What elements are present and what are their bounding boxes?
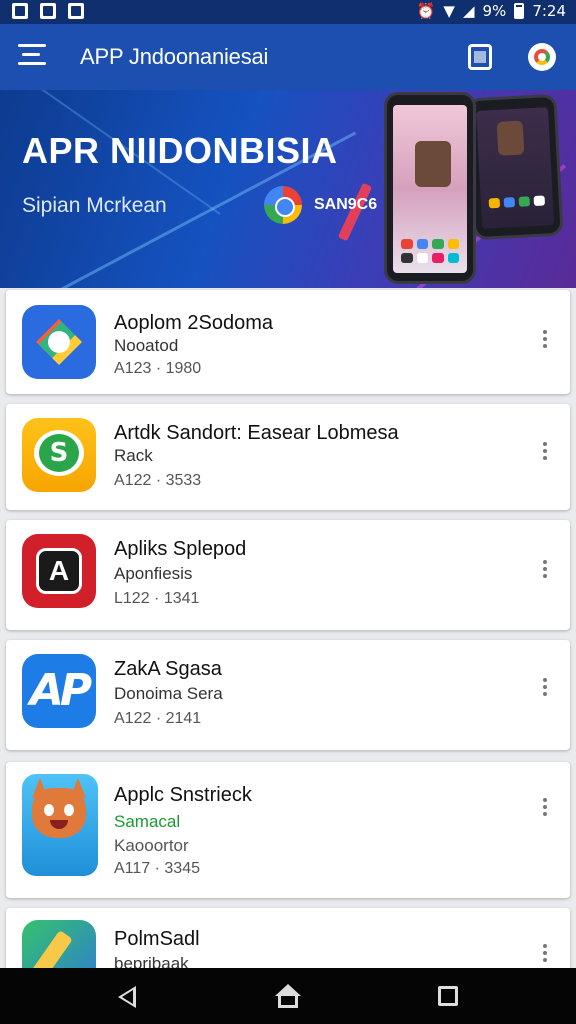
whatsapp-like-icon: S [22,418,96,492]
more-options-icon[interactable] [538,560,552,582]
map-pin-app-icon [22,305,96,379]
app-name: Artdk Sandort: Easear Lobmesa [114,422,399,444]
alarm-icon: ⏰ [416,2,436,20]
app-meta: L122 · 1341 [114,590,200,607]
app-card[interactable]: S Artdk Sandort: Easear Lobmesa Rack A12… [6,404,570,510]
app-meta: A123 · 1980 [114,360,202,377]
home-icon[interactable] [275,984,301,1008]
status-bar: ⏰ ▼ ◢ 9% 7:24 [0,0,576,24]
app-name: PolmSadl [114,928,200,950]
app-card[interactable]: A Apliks Splepod Aponfiesis L122 · 1341 [6,520,570,630]
app-title: APP Jndoonaniesai [80,44,269,69]
notification-icon [40,3,56,19]
app-developer: bepribaak [114,954,189,968]
banner-title: APR NIIDONBISIA [22,130,338,171]
chrome-logo-icon [264,186,302,224]
app-meta: A117 · 3345 [114,860,200,877]
featured-banner[interactable]: APR NIIDONBISIA Sipian Mcrkean SAN9C6 [0,90,576,288]
app-card[interactable]: PolmSadl bepribaak [6,908,570,968]
menu-icon[interactable] [18,44,46,70]
app-meta: A122 · 2141 [114,710,202,727]
app-developer-secondary: Kaooortor [114,836,189,855]
app-list: Aoplom 2Sodoma Nooatod A123 · 1980 S Art… [0,288,576,968]
more-options-icon[interactable] [538,678,552,700]
app-developer: Aponfiesis [114,564,193,583]
more-options-icon[interactable] [538,944,552,966]
app-name: Apliks Splepod [114,538,247,560]
clock: 7:24 [532,2,566,20]
ap-letters-icon: AP [22,654,96,728]
more-options-icon[interactable] [538,442,552,464]
phone-mockup-back [466,93,564,241]
more-options-icon[interactable] [538,330,552,352]
app-name: Aoplom 2Sodoma [114,312,273,334]
app-card[interactable]: AP ZakA Sgasa Donoima Sera A122 · 2141 [6,640,570,750]
fox-mascot-icon [22,774,98,876]
gallery-notification-icon [68,3,84,19]
battery-icon [514,3,525,19]
app-developer: Nooatod [114,336,179,355]
paintbrush-icon [22,920,96,968]
app-bar: APP Jndoonaniesai [0,24,576,90]
app-developer: Donoima Sera [114,684,223,703]
wifi-icon: ▼ [443,2,455,20]
signal-icon: ◢ [462,2,475,20]
ar-box-icon: A [22,534,96,608]
app-card[interactable]: Applc Snstrieck Samacal Kaooortor A117 ·… [6,762,570,898]
app-meta: A122 · 3533 [114,472,202,489]
app-card[interactable]: Aoplom 2Sodoma Nooatod A123 · 1980 [6,290,570,394]
notification-icon [12,3,28,19]
app-name: Applc Snstrieck [114,784,252,806]
app-name: ZakA Sgasa [114,658,222,680]
system-navigation-bar [0,968,576,1024]
banner-subtitle: Sipian Mcrkean [22,194,167,217]
google-account-icon[interactable] [528,43,556,71]
banner-tag: SAN9C6 [314,196,378,213]
back-icon[interactable] [118,986,136,1008]
calendar-icon[interactable] [468,44,492,70]
app-developer: Rack [114,446,153,465]
app-developer: Samacal [114,812,181,831]
battery-percent: 9% [482,2,507,20]
phone-mockup-front [384,92,476,284]
recent-apps-icon[interactable] [438,986,458,1006]
more-options-icon[interactable] [538,798,552,820]
